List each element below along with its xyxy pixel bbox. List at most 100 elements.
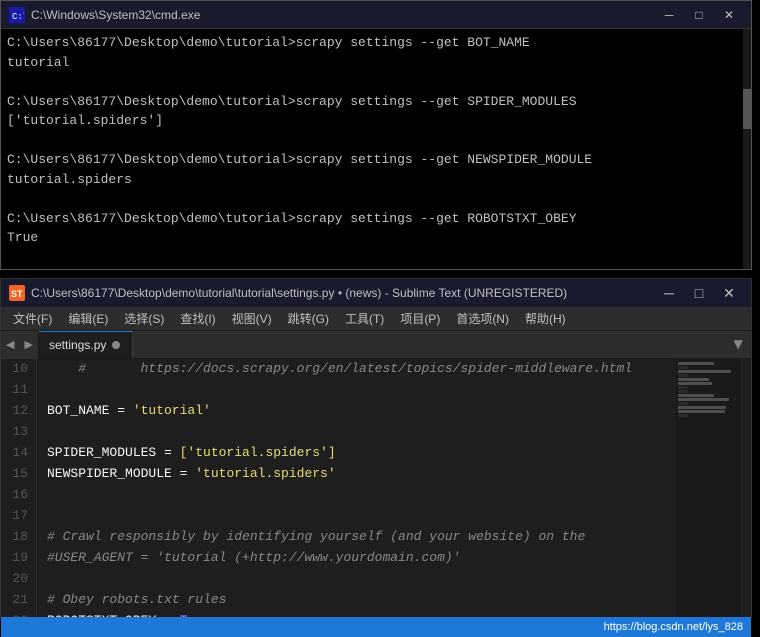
cmd-window: C:\ C:\Windows\System32\cmd.exe ─ □ ✕ C:… — [0, 0, 752, 270]
cmd-content: C:\Users\86177\Desktop\demo\tutorial>scr… — [1, 29, 751, 269]
minimap-line — [678, 374, 688, 377]
sublime-minimap — [676, 359, 741, 617]
tab-modified-dot — [112, 341, 120, 349]
code-token: ['tutorial.spiders'] — [180, 443, 336, 464]
cmd-line: C:\Users\86177\Desktop\demo\tutorial>scr… — [7, 33, 745, 53]
line-number: 11 — [7, 380, 28, 401]
line-numbers: 1011121314151617181920212223 — [1, 359, 37, 617]
code-token: # Crawl responsibly by identifying yours… — [47, 527, 585, 548]
line-number: 14 — [7, 443, 28, 464]
cmd-scrollbar[interactable] — [743, 29, 751, 269]
line-number: 18 — [7, 527, 28, 548]
minimap-line — [678, 362, 714, 365]
tab-nav-next[interactable]: ▶ — [19, 331, 37, 359]
line-number: 13 — [7, 422, 28, 443]
sublime-statusbar: https://blog.csdn.net/lys_828 — [1, 617, 751, 637]
sublime-title: C:\Users\86177\Desktop\demo\tutorial\tut… — [31, 286, 567, 300]
code-token: NEWSPIDER_MODULE — [47, 464, 172, 485]
minimap-content — [676, 359, 741, 420]
cmd-line: ['tutorial.spiders'] — [7, 111, 745, 131]
svg-text:C:\: C:\ — [12, 12, 24, 22]
code-token: # Obey robots.txt rules — [47, 590, 226, 611]
menu-item[interactable]: 视图(V) — [224, 308, 280, 329]
menu-item[interactable]: 选择(S) — [116, 308, 172, 329]
line-number: 17 — [7, 506, 28, 527]
cmd-titlebar-left: C:\ C:\Windows\System32\cmd.exe — [9, 7, 200, 23]
svg-text:ST: ST — [11, 289, 23, 299]
minimap-line — [678, 390, 688, 393]
minimap-line — [678, 414, 688, 417]
menu-item[interactable]: 编辑(E) — [60, 308, 116, 329]
tab-right-arrow[interactable]: ▼ — [725, 331, 751, 359]
cmd-scrollbar-thumb — [743, 89, 751, 129]
code-line — [47, 485, 676, 506]
minimap-line — [678, 382, 712, 385]
code-area[interactable]: # https://docs.scrapy.org/en/latest/topi… — [37, 359, 676, 617]
minimap-line — [678, 402, 688, 405]
cmd-line — [7, 131, 745, 151]
sublime-window: ST C:\Users\86177\Desktop\demo\tutorial\… — [0, 278, 752, 618]
status-url: https://blog.csdn.net/lys_828 — [604, 621, 743, 633]
menu-item[interactable]: 项目(P) — [392, 308, 448, 329]
cmd-window-controls: ─ □ ✕ — [655, 5, 743, 25]
code-line: SPIDER_MODULES = ['tutorial.spiders'] — [47, 443, 676, 464]
cmd-minimize-button[interactable]: ─ — [655, 5, 683, 25]
tab-nav-buttons: ◀ ▶ — [1, 331, 39, 359]
sublime-minimize-button[interactable]: ─ — [655, 283, 683, 303]
code-token: = — [156, 443, 179, 464]
code-token: # https://docs.scrapy.org/en/latest/topi… — [47, 359, 632, 380]
code-line: # Obey robots.txt rules — [47, 590, 676, 611]
sublime-titlebar-left: ST C:\Users\86177\Desktop\demo\tutorial\… — [9, 285, 567, 301]
code-token: True — [180, 611, 211, 617]
cmd-icon: C:\ — [9, 7, 25, 23]
tab-nav-prev[interactable]: ◀ — [1, 331, 19, 359]
menu-item[interactable]: 首选项(N) — [448, 308, 517, 329]
cmd-line: True — [7, 228, 745, 248]
code-line: BOT_NAME = 'tutorial' — [47, 401, 676, 422]
cmd-line: C:\Users\86177\Desktop\demo\tutorial> — [7, 267, 745, 269]
code-line: #USER_AGENT = 'tutorial (+http://www.you… — [47, 548, 676, 569]
sublime-editor: 1011121314151617181920212223 # https://d… — [1, 359, 751, 617]
cmd-maximize-button[interactable]: □ — [685, 5, 713, 25]
sublime-window-controls: ─ □ ✕ — [655, 283, 743, 303]
menu-item[interactable]: 文件(F) — [5, 308, 60, 329]
sublime-close-button[interactable]: ✕ — [715, 283, 743, 303]
code-line: # https://docs.scrapy.org/en/latest/topi… — [47, 359, 676, 380]
code-line — [47, 422, 676, 443]
code-token: 'tutorial.spiders' — [195, 464, 335, 485]
code-token: ROBOTSTXT_OBEY — [47, 611, 156, 617]
line-number: 16 — [7, 485, 28, 506]
sublime-titlebar: ST C:\Users\86177\Desktop\demo\tutorial\… — [1, 279, 751, 307]
line-number: 10 — [7, 359, 28, 380]
tab-settings-py[interactable]: settings.py — [37, 331, 133, 358]
code-token: BOT_NAME — [47, 401, 109, 422]
minimap-line — [678, 386, 688, 389]
sublime-app-icon: ST — [9, 285, 25, 301]
sublime-maximize-button[interactable]: □ — [685, 283, 713, 303]
menu-item[interactable]: 跳转(G) — [280, 308, 337, 329]
menu-item[interactable]: 工具(T) — [337, 308, 392, 329]
line-number: 22 — [7, 611, 28, 617]
menu-item[interactable]: 帮助(H) — [517, 308, 574, 329]
cmd-line: tutorial.spiders — [7, 170, 745, 190]
minimap-line — [678, 370, 731, 373]
code-line — [47, 506, 676, 527]
minimap-line — [678, 398, 729, 401]
tab-filename: settings.py — [49, 338, 106, 352]
line-number: 21 — [7, 590, 28, 611]
code-line: ROBOTSTXT_OBEY = True — [47, 611, 676, 617]
menu-item[interactable]: 查找(I) — [172, 308, 223, 329]
code-token: SPIDER_MODULES — [47, 443, 156, 464]
sublime-scrollbar[interactable] — [741, 359, 751, 617]
cmd-line: C:\Users\86177\Desktop\demo\tutorial>scr… — [7, 150, 745, 170]
code-line — [47, 380, 676, 401]
cmd-line — [7, 72, 745, 92]
code-line: NEWSPIDER_MODULE = 'tutorial.spiders' — [47, 464, 676, 485]
cmd-close-button[interactable]: ✕ — [715, 5, 743, 25]
sublime-tabbar: ◀ ▶ settings.py ▼ — [1, 331, 751, 359]
code-token: = — [109, 401, 132, 422]
code-line — [47, 569, 676, 590]
code-line: # Crawl responsibly by identifying yours… — [47, 527, 676, 548]
sublime-menubar: 文件(F)编辑(E)选择(S)查找(I)视图(V)跳转(G)工具(T)项目(P)… — [1, 307, 751, 331]
cmd-line: C:\Users\86177\Desktop\demo\tutorial>scr… — [7, 92, 745, 112]
